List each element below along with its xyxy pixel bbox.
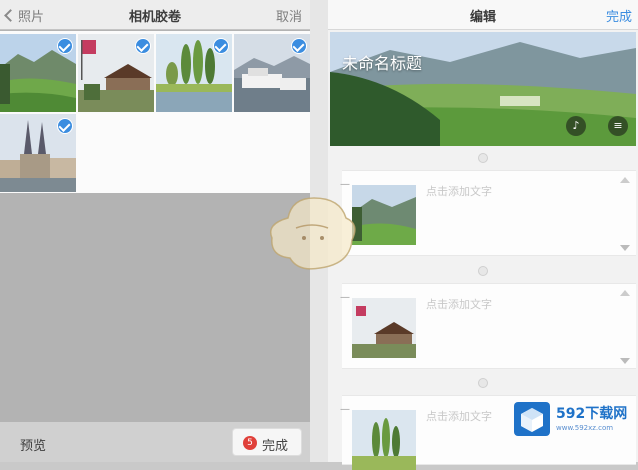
content-card[interactable]: — 点击添加文字	[340, 283, 636, 369]
move-down-icon[interactable]	[620, 245, 630, 251]
photo-thumbnail[interactable]	[0, 34, 76, 112]
picker-title: 相机胶卷	[128, 10, 181, 25]
photo-thumbnail[interactable]	[0, 114, 76, 192]
editor-title: 编辑	[469, 10, 496, 25]
selected-count-badge: 5	[243, 436, 257, 450]
insert-button[interactable]	[478, 153, 488, 163]
editor-panel: 编辑 完成 未命名标题 ♪ ≡ — 点击添加文字 — 点击添加文字 — 点击添加…	[328, 0, 638, 470]
music-note-icon[interactable]: ♪	[566, 116, 586, 136]
card-text-placeholder[interactable]: 点击添加文字	[426, 408, 492, 424]
preview-button[interactable]: 预览	[20, 435, 46, 454]
site-watermark: 592下载网 www.592xz.com	[512, 400, 634, 440]
card-corner-mark: —	[340, 292, 350, 303]
mascot-watermark	[262, 188, 362, 274]
photo-thumbnail[interactable]	[156, 34, 232, 112]
editor-nav-bar: 编辑 完成	[328, 0, 638, 30]
mascot-icon	[270, 197, 356, 270]
card-image[interactable]	[352, 298, 416, 358]
card-text-placeholder[interactable]: 点击添加文字	[426, 296, 492, 312]
move-down-icon[interactable]	[620, 358, 630, 364]
menu-icon[interactable]: ≡	[608, 116, 628, 136]
insert-button[interactable]	[478, 266, 488, 276]
picker-toolbar: 预览 5 完成	[0, 422, 310, 462]
photo-thumbnail[interactable]	[78, 34, 154, 112]
watermark-url: www.592xz.com	[556, 424, 614, 432]
cover-title[interactable]: 未命名标题	[342, 50, 422, 74]
cancel-button[interactable]: 取消	[276, 6, 302, 25]
card-photo	[352, 410, 416, 470]
photo-grid	[0, 31, 310, 193]
card-text-placeholder[interactable]: 点击添加文字	[426, 183, 492, 199]
cube-logo-icon	[514, 402, 550, 436]
editor-done-button[interactable]: 完成	[606, 6, 632, 25]
selected-check-icon	[213, 38, 229, 54]
move-up-icon[interactable]	[620, 290, 630, 296]
selected-check-icon	[57, 118, 73, 134]
card-photo	[352, 298, 416, 358]
selected-check-icon	[135, 38, 151, 54]
selected-check-icon	[57, 38, 73, 54]
card-image[interactable]	[352, 410, 416, 470]
selected-check-icon	[291, 38, 307, 54]
card-corner-mark: —	[340, 404, 350, 415]
photo-thumbnail[interactable]	[234, 34, 310, 112]
insert-button[interactable]	[478, 378, 488, 388]
picker-done-label: 完成	[262, 439, 289, 454]
content-card[interactable]: — 点击添加文字	[340, 170, 636, 256]
cover-image[interactable]: 未命名标题 ♪ ≡	[330, 32, 636, 146]
move-up-icon[interactable]	[620, 177, 630, 183]
picker-done-button[interactable]: 5 完成	[232, 428, 302, 456]
picker-nav-bar: 照片 相机胶卷 取消	[0, 0, 310, 30]
watermark-brand: 592下载网	[556, 406, 628, 422]
